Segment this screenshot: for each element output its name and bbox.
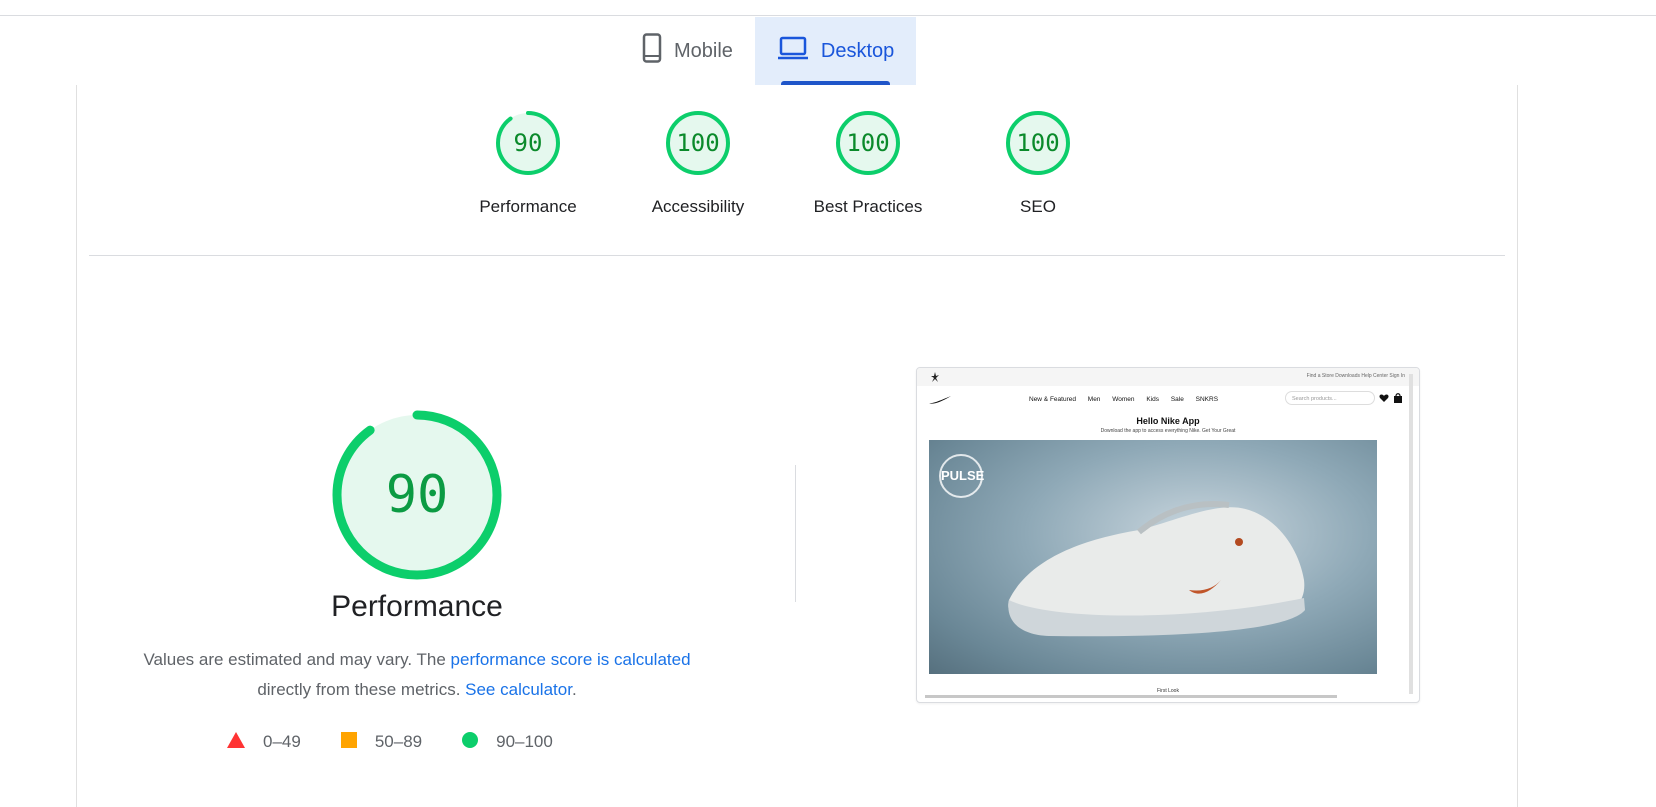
square-icon: [340, 731, 357, 753]
site-nav: New & Featured Men Women Kids Sale SNKRS…: [917, 388, 1419, 412]
section-divider: [89, 255, 1505, 256]
tab-desktop[interactable]: Desktop: [754, 17, 917, 85]
legend-item-average: 50–89: [340, 731, 423, 753]
desc-text: Values are estimated and may vary. The: [143, 650, 451, 669]
jordan-logo-icon: [931, 372, 939, 382]
desc-text: directly from these metrics.: [257, 680, 466, 699]
gauge-label: Best Practices: [813, 197, 923, 216]
gauge-performance[interactable]: 90 Performance: [453, 109, 603, 217]
tab-mobile[interactable]: Mobile: [620, 17, 755, 85]
nav-link: Sale: [1170, 396, 1184, 403]
utility-links: Find a Store Downloads Help Center Sign …: [1306, 373, 1405, 379]
legend-range: 50–89: [374, 732, 423, 751]
desc-text: .: [571, 680, 577, 699]
nike-swoosh-icon: [929, 396, 951, 404]
laptop-icon: [777, 36, 809, 66]
gauge-label: Performance: [479, 197, 577, 216]
air-max-pulse-logo: PULSE: [939, 454, 984, 498]
tab-desktop-label: Desktop: [820, 39, 895, 62]
performance-description: Values are estimated and may vary. The p…: [117, 645, 717, 705]
nav-link: Kids: [1146, 396, 1159, 403]
performance-title: Performance: [331, 590, 503, 623]
bag-icon: [1394, 393, 1402, 403]
score-legend: 0–49 50–89 90–100: [227, 730, 593, 754]
gauge-score: 100: [676, 129, 720, 157]
legend-range: 90–100: [496, 732, 553, 751]
sneaker-image: [1008, 501, 1305, 637]
site-subline: Download the app to access everything Ni…: [1100, 428, 1236, 434]
gauge-ring: 100: [664, 109, 732, 177]
gauge-score: 90: [513, 129, 543, 157]
gauge-accessibility[interactable]: 100 Accessibility: [623, 109, 773, 217]
legend-item-fail: 0–49: [227, 731, 301, 753]
nav-link: New & Featured: [1029, 396, 1076, 403]
nav-link: Men: [1087, 396, 1101, 403]
gauge-seo[interactable]: 100 SEO: [963, 109, 1113, 217]
circle-icon: [462, 731, 479, 753]
top-divider: [0, 15, 1656, 16]
page-screenshot-thumbnail[interactable]: Find a Store Downloads Help Center Sign …: [916, 367, 1420, 703]
legend-range: 0–49: [263, 732, 301, 751]
site-headline: Hello Nike App: [1136, 416, 1200, 426]
gauge-best-practices[interactable]: 100 Best Practices: [793, 109, 943, 217]
device-tabs: Mobile Desktop: [620, 17, 917, 85]
thumbnail-hscrollbar: [925, 695, 1337, 698]
vertical-separator: [795, 465, 796, 602]
site-utility-bar: Find a Store Downloads Help Center Sign …: [917, 368, 1419, 386]
heart-icon: [1379, 394, 1389, 402]
gauge-ring: 100: [834, 109, 902, 177]
gauge-label: SEO: [1020, 197, 1056, 216]
performance-gauge-large: 90: [327, 405, 507, 585]
see-calculator-link[interactable]: See calculator: [465, 680, 572, 699]
site-footer-text: First Look: [1157, 688, 1179, 694]
legend-item-pass: 90–100: [462, 731, 553, 753]
performance-score: 90: [385, 465, 449, 525]
score-gauges: 90 Performance 100 Accessibility 100 Bes…: [77, 85, 1517, 245]
gauge-label: Accessibility: [651, 197, 745, 216]
gauge-ring: 90: [494, 109, 562, 177]
gauge-score: 100: [846, 129, 890, 157]
score-calculated-link[interactable]: performance score is calculated: [451, 650, 691, 669]
hero-image: PULSE: [929, 440, 1377, 674]
tab-mobile-label: Mobile: [674, 39, 733, 62]
site-search-box: Search products...: [1285, 391, 1375, 405]
gauge-score: 100: [1016, 129, 1060, 157]
report-panel: 90 Performance 100 Accessibility 100 Bes…: [76, 85, 1518, 807]
gauge-ring: 100: [1004, 109, 1072, 177]
phone-icon: [642, 33, 662, 69]
nav-link: Women: [1112, 396, 1135, 403]
site-nav-links: New & Featured Men Women Kids Sale SNKRS: [1029, 396, 1228, 403]
nav-link: SNKRS: [1195, 396, 1219, 403]
triangle-icon: [227, 731, 245, 753]
thumbnail-scrollbar: [1409, 374, 1413, 694]
